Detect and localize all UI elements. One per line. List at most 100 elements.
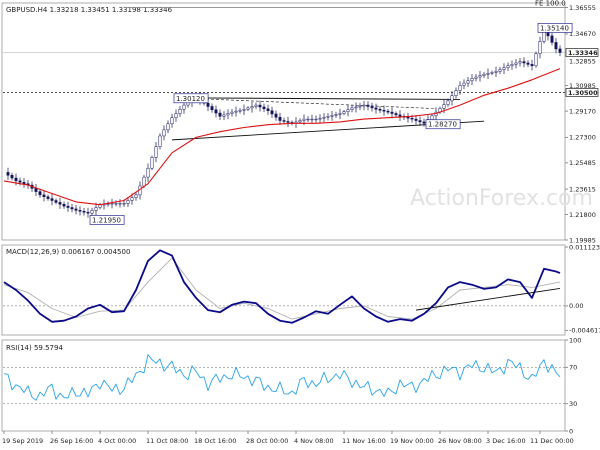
candle-body [482, 73, 486, 76]
candle-body [334, 114, 338, 116]
candle-body [86, 211, 90, 214]
candle-body [246, 107, 250, 110]
candle-body [50, 198, 54, 201]
y-tick-label: 1.25485 [569, 159, 596, 167]
price-annotation-label: 1.28270 [428, 121, 457, 129]
candle-body [58, 202, 62, 205]
candle-body [350, 107, 354, 111]
candle-body [90, 210, 94, 214]
candle-body [226, 113, 230, 116]
candle-body [466, 80, 470, 84]
x-tick-label: 4 Nov 08:00 [294, 437, 334, 445]
candle-body [114, 203, 118, 205]
candle-body [510, 64, 514, 67]
candle-body [418, 120, 422, 123]
candle-body [378, 109, 382, 111]
candle-body [286, 121, 290, 123]
candle-body [302, 118, 306, 121]
candle-body [150, 157, 154, 169]
current-price-tag-label: 1.33346 [568, 49, 598, 57]
candle-body [474, 76, 478, 79]
candle-body [182, 104, 186, 110]
candle-body [94, 207, 98, 211]
candle-body [362, 104, 366, 107]
candle-body [382, 109, 386, 112]
candle-body [298, 120, 302, 123]
candle-body [74, 208, 78, 211]
candle-body [250, 106, 254, 109]
price-annotation-label: 1.21950 [92, 216, 121, 224]
candle-body [134, 194, 138, 198]
y-tick-label: 0 [569, 427, 573, 435]
candle-body [46, 196, 50, 199]
candle-body [326, 116, 330, 118]
y-tick-label: 0.00 [569, 302, 583, 310]
rsi-panel-title: RSI(14) 59.5794 [6, 344, 63, 352]
x-tick-label: 26 Nov 08:00 [438, 437, 482, 445]
candle-body [390, 111, 394, 114]
y-tick-label: -0.004617 [569, 327, 600, 335]
price-annotation-label: 1.35140 [540, 24, 569, 32]
candle-body [322, 116, 326, 119]
candle-body [146, 167, 150, 178]
candle-body [258, 104, 262, 108]
candle-body [270, 110, 274, 115]
candle-body [174, 113, 178, 118]
candle-body [554, 42, 558, 50]
candle-body [166, 123, 170, 131]
candle-body [234, 110, 238, 113]
chart-background [0, 0, 600, 450]
y-tick-label: 1.29170 [569, 107, 596, 115]
candle-body [414, 118, 418, 121]
candle-body [338, 113, 342, 115]
candle-body [238, 109, 242, 112]
candle-body [310, 118, 314, 121]
candle-body [122, 203, 126, 205]
y-tick-label: 30 [569, 400, 577, 408]
y-tick-label: 1.36555 [569, 4, 596, 12]
candle-body [162, 129, 166, 137]
candle-body [78, 210, 82, 212]
candle-body [278, 116, 282, 121]
candle-body [370, 106, 374, 109]
candle-body [218, 112, 222, 117]
x-tick-label: 4 Oct 00:00 [98, 437, 136, 445]
x-tick-label: 19 Nov 00:00 [390, 437, 434, 445]
watermark-text: ActionForex.com [410, 186, 593, 211]
candle-body [342, 111, 346, 114]
candle-body [170, 117, 174, 125]
candle-body [502, 67, 506, 70]
candle-body [110, 203, 114, 205]
candle-body [206, 102, 210, 107]
candle-body [10, 174, 14, 179]
x-tick-label: 19 Sep 2019 [2, 437, 43, 445]
y-tick-label: 70 [569, 364, 577, 372]
y-tick-label: 0.011123 [569, 243, 600, 251]
candle-body [242, 109, 246, 111]
candle-body [118, 203, 122, 205]
candle-body [14, 177, 18, 182]
x-tick-label: 11 Oct 08:00 [146, 437, 188, 445]
candle-body [454, 90, 458, 96]
candle-body [446, 100, 450, 105]
candle-body [486, 73, 490, 75]
candle-body [462, 82, 466, 86]
candle-body [306, 118, 310, 121]
candle-body [406, 116, 410, 119]
candle-body [66, 205, 70, 208]
candle-body [82, 211, 86, 213]
y-tick-label: 100 [569, 336, 581, 344]
candle-body [442, 104, 446, 109]
price-annotation-label: 1.30120 [176, 95, 205, 103]
support-level-tag-label: 1.30500 [568, 89, 598, 97]
current-sub-label: 1.32855 [569, 58, 596, 66]
candle-body [358, 105, 362, 108]
y-tick-label: 1.21800 [569, 211, 596, 219]
candle-body [422, 121, 426, 124]
candle-body [62, 203, 66, 207]
x-tick-label: 28 Oct 00:00 [246, 437, 288, 445]
candle-body [214, 109, 218, 114]
candle-body [262, 106, 266, 110]
fe-100-label: FE 100.0 [535, 0, 566, 8]
y-tick-label: 1.27300 [569, 134, 596, 142]
